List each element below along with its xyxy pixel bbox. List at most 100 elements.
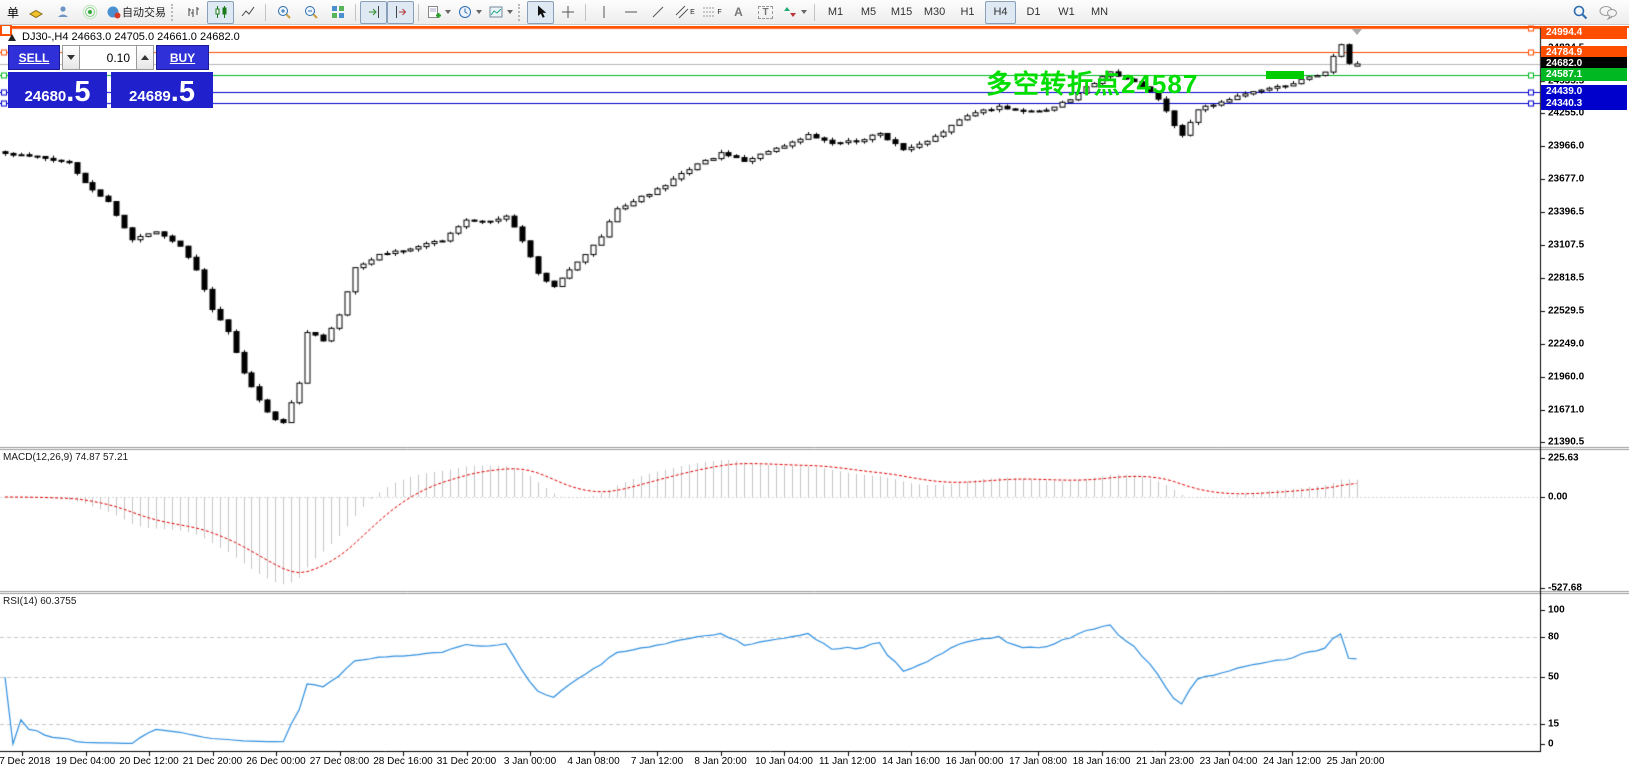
new-order-icon[interactable]: [22, 1, 49, 24]
annotation-text[interactable]: 多空转折点24587: [986, 64, 1198, 101]
price-tick-label: 23966.0: [1548, 141, 1584, 152]
price-tick-label: 23107.5: [1548, 239, 1584, 250]
signal-icon[interactable]: [76, 1, 103, 24]
time-axis-label: 26 Dec 00:00: [246, 756, 306, 767]
sell-price-fraction: .5: [66, 79, 90, 105]
order-label[interactable]: 单: [7, 4, 19, 21]
time-axis-label: 10 Jan 04:00: [755, 756, 813, 767]
price-tick-label: 21671.0: [1548, 405, 1584, 416]
rsi-indicator-label: RSI(14) 60.3755: [3, 596, 76, 607]
autotrade-label: 自动交易: [122, 4, 166, 20]
macd-tick-label: -527.68: [1548, 583, 1582, 594]
price-tick-label: 21390.5: [1548, 437, 1584, 448]
time-axis-label: 4 Jan 08:00: [567, 756, 619, 767]
time-axis-label: 8 Jan 20:00: [694, 756, 746, 767]
timeframe-button-M1[interactable]: M1: [820, 1, 851, 24]
timeframe-button-W1[interactable]: W1: [1051, 1, 1082, 24]
highlight-box[interactable]: [1266, 71, 1304, 79]
sell-price-button[interactable]: 24680.5: [8, 72, 107, 108]
toolbar-drag-handle: [518, 4, 525, 21]
fibonacci-tool-icon[interactable]: F: [698, 1, 725, 24]
text-tool-icon[interactable]: A: [725, 1, 752, 24]
bar-chart-icon[interactable]: [180, 1, 207, 24]
time-axis-label: 21 Jan 23:00: [1136, 756, 1194, 767]
time-axis-label: 19 Dec 04:00: [56, 756, 116, 767]
volume-input[interactable]: [80, 45, 136, 70]
auto-scroll-icon[interactable]: [360, 1, 387, 24]
time-axis-label: 11 Jan 12:00: [819, 756, 876, 767]
timeframe-button-D1[interactable]: D1: [1018, 1, 1049, 24]
toolbar-separator: [265, 4, 266, 21]
text-tool-glyph: A: [734, 5, 743, 19]
profile-icon[interactable]: [49, 1, 76, 24]
price-badge: 24340.3: [1541, 97, 1627, 110]
crosshair-tool-icon[interactable]: [554, 1, 581, 24]
trendline-tool-icon[interactable]: [644, 1, 671, 24]
rsi-tick-label: 15: [1548, 718, 1559, 729]
spin-down-icon: [67, 55, 75, 60]
timeframe-button-M15[interactable]: M15: [886, 1, 917, 24]
line-chart-icon[interactable]: [234, 1, 261, 24]
price-tick-label: 21960.0: [1548, 371, 1584, 382]
channel-sub-label: E: [690, 9, 695, 16]
volume-increase-button[interactable]: [136, 45, 154, 70]
chat-icon[interactable]: [1594, 1, 1621, 24]
autotrade-button[interactable]: 自动交易: [103, 1, 169, 24]
sell-button[interactable]: SELL: [8, 45, 60, 70]
text-label-tool-icon[interactable]: T: [752, 1, 779, 24]
arrows-tool-icon[interactable]: [779, 1, 810, 24]
dropdown-caret-icon: [507, 10, 513, 14]
time-axis-label: 24 Jan 12:00: [1263, 756, 1321, 767]
time-axis-label: 17 Jan 08:00: [1009, 756, 1067, 767]
toolbar-separator: [418, 4, 419, 21]
time-axis-label: 23 Jan 04:00: [1200, 756, 1258, 767]
horizontal-line-tool-icon[interactable]: [617, 1, 644, 24]
timeframe-group: M1M5M15M30H1H4D1W1MN: [819, 1, 1116, 24]
tile-windows-icon[interactable]: [324, 1, 351, 24]
macd-tick-label: 225.63: [1548, 453, 1579, 464]
timeframe-button-MN[interactable]: MN: [1084, 1, 1115, 24]
zoom-in-icon[interactable]: [270, 1, 297, 24]
rsi-tick-label: 80: [1548, 631, 1559, 642]
vertical-line-tool-icon[interactable]: [590, 1, 617, 24]
chart-shift-icon[interactable]: [387, 1, 414, 24]
chart-shift-marker-icon: [1352, 29, 1362, 35]
time-axis-label: 3 Jan 00:00: [504, 756, 556, 767]
toolbar-separator: [355, 4, 356, 21]
macd-indicator-label: MACD(12,26,9) 74.87 57.21: [3, 452, 128, 463]
equidistant-channel-tool-icon[interactable]: E: [671, 1, 698, 24]
dropdown-caret-icon: [801, 10, 807, 14]
buy-button[interactable]: BUY: [156, 45, 209, 70]
new-chart-button[interactable]: [423, 1, 454, 24]
periods-button[interactable]: [454, 1, 485, 24]
chart-window-frame: [0, 26, 1629, 28]
time-axis-label: 31 Dec 20:00: [437, 756, 497, 767]
time-axis-label: 28 Dec 16:00: [373, 756, 433, 767]
time-axis-label: 20 Dec 12:00: [119, 756, 179, 767]
zoom-out-icon[interactable]: [297, 1, 324, 24]
price-chart-canvas[interactable]: [0, 0, 1629, 770]
main-toolbar: 单 自动交易 E F A T M1M5M15M30H1H4D1W1MN: [0, 0, 1629, 25]
timeframe-button-M30[interactable]: M30: [919, 1, 950, 24]
chart-title-ohlc: DJ30-,H4 24663.0 24705.0 24661.0 24682.0: [22, 31, 240, 43]
macd-tick-label: 0.00: [1548, 492, 1567, 503]
search-icon[interactable]: [1567, 1, 1594, 24]
price-tick-label: 23677.0: [1548, 174, 1584, 185]
sell-button-label: SELL: [19, 51, 50, 65]
toolbar-drag-handle: [171, 4, 178, 21]
candlestick-chart-icon[interactable]: [207, 1, 234, 24]
timeframe-button-M5[interactable]: M5: [853, 1, 884, 24]
templates-button[interactable]: [485, 1, 516, 24]
price-badge: 24994.4: [1541, 26, 1627, 39]
spin-up-icon: [141, 55, 149, 60]
time-axis-label: 25 Jan 20:00: [1327, 756, 1385, 767]
buy-price-button[interactable]: 24689.5: [111, 72, 213, 108]
cursor-tool-icon[interactable]: [527, 1, 554, 24]
time-axis-label: 27 Dec 08:00: [310, 756, 370, 767]
time-axis-label: 14 Jan 16:00: [882, 756, 940, 767]
volume-decrease-button[interactable]: [62, 45, 80, 70]
price-tick-label: 23396.5: [1548, 206, 1584, 217]
timeframe-button-H4[interactable]: H4: [985, 1, 1016, 24]
timeframe-button-H1[interactable]: H1: [952, 1, 983, 24]
toolbar-separator: [814, 4, 815, 21]
